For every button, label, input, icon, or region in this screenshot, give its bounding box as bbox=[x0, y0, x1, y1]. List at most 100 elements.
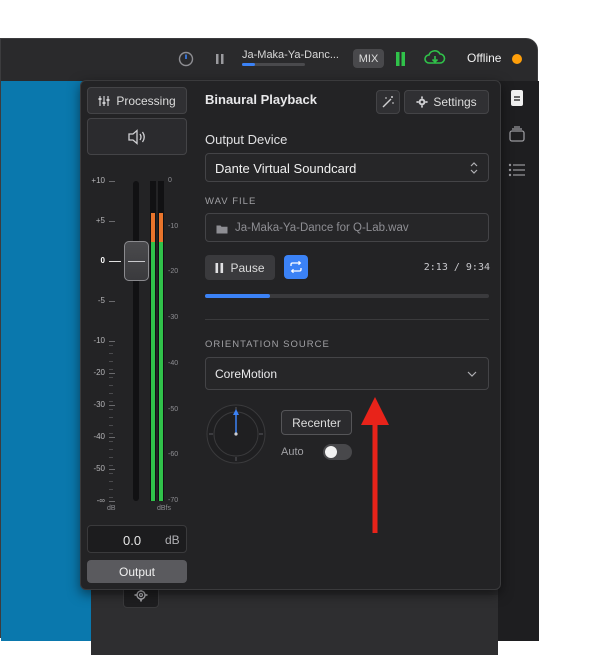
transport-pause-icon[interactable] bbox=[214, 52, 226, 66]
auto-label: Auto bbox=[281, 446, 304, 458]
settings-button[interactable]: Settings bbox=[404, 90, 489, 114]
fader-tick-label: -20 bbox=[93, 368, 105, 377]
fader-footer-db: dB bbox=[107, 505, 116, 512]
pause-button[interactable]: Pause bbox=[205, 255, 275, 280]
fader-tick-label: +5 bbox=[95, 216, 105, 225]
fader-tick bbox=[109, 341, 115, 342]
speaker-button[interactable] bbox=[87, 118, 187, 155]
status-text: Offline bbox=[467, 51, 502, 65]
section-divider bbox=[205, 319, 489, 320]
desktop-background bbox=[1, 81, 91, 641]
clock-icon[interactable] bbox=[178, 51, 194, 67]
repeat-icon bbox=[290, 260, 302, 274]
magic-wand-icon bbox=[382, 96, 394, 108]
fader-knob[interactable] bbox=[124, 241, 149, 281]
fader-tick-label: -∞ bbox=[96, 496, 105, 505]
playback-progress-fill bbox=[205, 294, 271, 298]
pause-icon bbox=[215, 262, 224, 273]
fader-tick-label: -5 bbox=[97, 296, 105, 305]
fader-minor-tick bbox=[109, 401, 113, 402]
inspector-rail bbox=[498, 81, 539, 641]
list-icon[interactable] bbox=[508, 163, 526, 177]
output-device-select[interactable]: Dante Virtual Soundcard bbox=[205, 153, 489, 182]
fader-tick-label: -30 bbox=[93, 400, 105, 409]
fader-minor-tick bbox=[109, 497, 113, 498]
output-button[interactable]: Output bbox=[87, 560, 187, 583]
titlebar: Ja-Maka-Ya-Danc... MIX Offline bbox=[1, 39, 539, 81]
pause-label: Pause bbox=[230, 260, 265, 275]
meter-right bbox=[158, 181, 164, 501]
track-name: Ja-Maka-Ya-Danc... bbox=[242, 49, 339, 61]
meter-tick-label: -70 bbox=[168, 497, 179, 504]
wav-file-field[interactable]: Ja-Maka-Ya-Dance for Q-Lab.wav bbox=[205, 213, 489, 242]
fader-tick-label: -50 bbox=[93, 464, 105, 473]
meter-tick-label: -50 bbox=[168, 405, 179, 413]
sliders-icon bbox=[98, 95, 110, 106]
recenter-button[interactable]: Recenter bbox=[281, 410, 352, 435]
meter-tick-label: -30 bbox=[168, 314, 179, 322]
fader-minor-tick bbox=[109, 449, 113, 450]
fader-tick bbox=[109, 181, 115, 182]
fader-tick bbox=[109, 373, 115, 374]
processing-label: Processing bbox=[116, 93, 176, 108]
output-device-value: Dante Virtual Soundcard bbox=[215, 161, 357, 176]
magic-wand-button[interactable] bbox=[376, 90, 400, 114]
fader-tick bbox=[109, 469, 115, 470]
fader-tick bbox=[109, 301, 115, 302]
meter-tick-label: 0 bbox=[168, 177, 172, 184]
orientation-source-value: CoreMotion bbox=[215, 367, 278, 381]
meter-left-fill bbox=[151, 213, 155, 501]
gain-unit: dB bbox=[165, 533, 180, 547]
time-display: 2:13 / 9:34 bbox=[423, 262, 490, 273]
loop-button[interactable] bbox=[284, 255, 308, 279]
binaural-plugin-panel: Processing +10 +5 0 -5 -10 -20 -30 -40 -50 -∞ 0 -1… bbox=[80, 80, 501, 590]
fader-minor-tick bbox=[109, 361, 113, 362]
mix-button[interactable]: MIX bbox=[353, 49, 384, 68]
track-progress-bar bbox=[242, 63, 305, 66]
annotation-arrow bbox=[361, 397, 389, 533]
status-dot bbox=[512, 54, 522, 64]
cloud-download-icon[interactable] bbox=[423, 48, 447, 68]
fader-minor-tick bbox=[109, 489, 113, 490]
fader-tick-label: -10 bbox=[93, 336, 105, 345]
panel-title: Binaural Playback bbox=[205, 92, 317, 107]
fader-tick bbox=[109, 437, 115, 438]
track-progress-fill bbox=[242, 63, 255, 66]
fader-minor-tick bbox=[109, 353, 113, 354]
fader-tick-label: 0 bbox=[100, 256, 105, 265]
settings-label: Settings bbox=[433, 95, 477, 109]
speaker-icon bbox=[128, 128, 145, 145]
fader-meter-area: +10 +5 0 -5 -10 -20 -30 -40 -50 -∞ 0 -10 -20 -30 -40 -… bbox=[87, 173, 187, 518]
meter-tick-label: -40 bbox=[168, 359, 179, 367]
auto-toggle[interactable] bbox=[323, 444, 352, 460]
fader-track bbox=[133, 181, 139, 501]
playback-progress-bar[interactable] bbox=[205, 294, 489, 298]
fader-tick bbox=[109, 221, 115, 222]
gear-icon bbox=[134, 588, 148, 602]
fader-minor-tick bbox=[109, 393, 113, 394]
meter-footer-dbfs: dBfs bbox=[157, 505, 172, 512]
fader-minor-tick bbox=[109, 465, 113, 466]
document-icon[interactable] bbox=[509, 89, 525, 107]
chevron-updown-icon bbox=[470, 162, 478, 174]
fader-minor-tick bbox=[109, 425, 113, 426]
fader-minor-tick bbox=[109, 377, 113, 378]
wav-file-value: Ja-Maka-Ya-Dance for Q-Lab.wav bbox=[235, 222, 409, 234]
fader-tick bbox=[109, 501, 115, 502]
orientation-source-select[interactable]: CoreMotion bbox=[205, 357, 489, 390]
meter-tick-label: -60 bbox=[168, 451, 179, 459]
fader-minor-tick bbox=[109, 369, 113, 370]
stack-icon[interactable] bbox=[508, 126, 526, 142]
fader-tick-label: +10 bbox=[91, 176, 105, 185]
settings-gear-icon bbox=[416, 96, 428, 108]
folder-icon bbox=[216, 225, 228, 234]
chevron-down-icon bbox=[467, 371, 477, 377]
fader-minor-tick bbox=[109, 433, 113, 434]
gain-value: 0.0 bbox=[123, 533, 142, 548]
fader-tick-label: -40 bbox=[93, 432, 105, 441]
fader-minor-tick bbox=[109, 385, 113, 386]
processing-button[interactable]: Processing bbox=[87, 87, 187, 114]
gain-field[interactable]: 0.0 dB bbox=[87, 525, 187, 553]
meter-tick-label: -20 bbox=[168, 268, 179, 276]
fader-minor-tick bbox=[109, 457, 113, 458]
